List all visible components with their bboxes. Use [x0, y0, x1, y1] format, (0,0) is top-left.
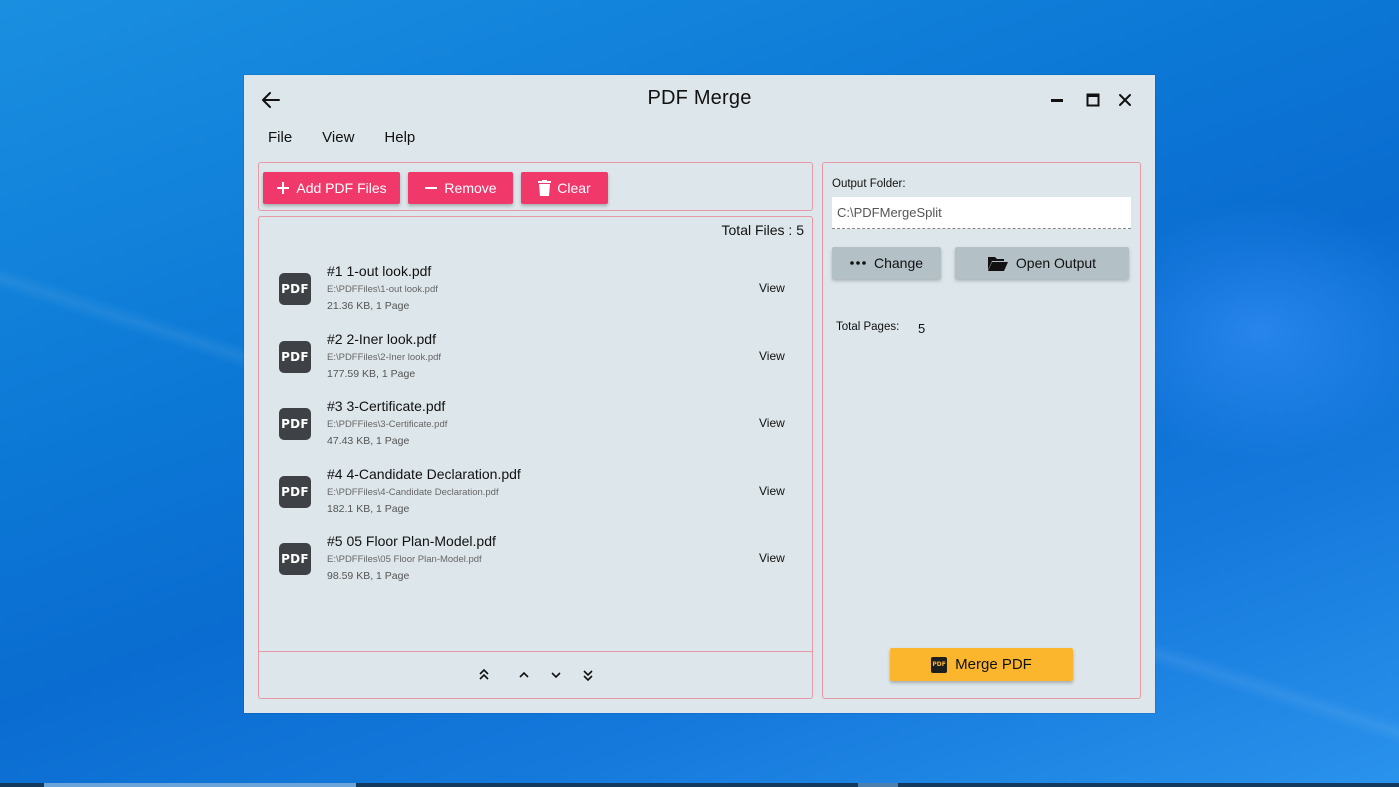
- pdf-file-icon: PDF: [279, 408, 311, 440]
- file-name: #2 2-Iner look.pdf: [327, 331, 436, 347]
- file-list-item[interactable]: PDF #4 4-Candidate Declaration.pdf E:\PD…: [279, 462, 799, 522]
- maximize-icon: [1086, 93, 1100, 107]
- chevron-double-down-icon: [583, 670, 593, 681]
- pdf-file-icon: PDF: [279, 273, 311, 305]
- pdf-file-icon: PDF: [279, 476, 311, 508]
- file-path: E:\PDFFiles\3-Certificate.pdf: [327, 419, 448, 430]
- file-size: 182.1 KB, 1 Page: [327, 503, 410, 515]
- move-to-bottom-button[interactable]: [578, 665, 598, 685]
- pdf-icon: PDF: [931, 656, 948, 673]
- merge-pdf-label: Merge PDF: [955, 656, 1032, 673]
- add-pdf-files-label: Add PDF Files: [296, 180, 387, 196]
- chevron-down-icon: [551, 672, 561, 679]
- file-size: 177.59 KB, 1 Page: [327, 368, 416, 380]
- list-divider: [259, 651, 812, 652]
- file-path: E:\PDFFiles\1-out look.pdf: [327, 284, 438, 295]
- app-window: PDF Merge File View Help Add PDF Files R…: [244, 75, 1155, 713]
- menu-help[interactable]: Help: [372, 127, 427, 151]
- view-file-button[interactable]: View: [759, 281, 785, 295]
- file-path: E:\PDFFiles\4-Candidate Declaration.pdf: [327, 487, 499, 498]
- minimize-icon: [1051, 99, 1063, 102]
- file-list-item[interactable]: PDF #1 1-out look.pdf E:\PDFFiles\1-out …: [279, 259, 799, 319]
- minus-icon: [425, 187, 438, 189]
- file-path: E:\PDFFiles\2-Iner look.pdf: [327, 352, 442, 363]
- plus-icon: [277, 182, 290, 194]
- view-file-button[interactable]: View: [759, 484, 785, 498]
- file-name: #3 3-Certificate.pdf: [327, 398, 446, 414]
- file-name: #5 05 Floor Plan-Model.pdf: [327, 533, 496, 549]
- file-list-item[interactable]: PDF #5 05 Floor Plan-Model.pdf E:\PDFFil…: [279, 529, 799, 589]
- total-pages-value: 5: [918, 321, 926, 336]
- menu-view[interactable]: View: [310, 127, 366, 151]
- file-list-item[interactable]: PDF #2 2-Iner look.pdf E:\PDFFiles\2-Ine…: [279, 327, 799, 387]
- chevron-up-icon: [519, 671, 529, 678]
- total-files-count: Total Files : 5: [721, 222, 804, 238]
- file-list-item[interactable]: PDF #3 3-Certificate.pdf E:\PDFFiles\3-C…: [279, 394, 799, 454]
- move-down-button[interactable]: [546, 665, 566, 685]
- file-size: 98.59 KB, 1 Page: [327, 570, 410, 582]
- view-file-button[interactable]: View: [759, 349, 785, 363]
- menu-file[interactable]: File: [256, 127, 304, 151]
- maximize-button[interactable]: [1082, 89, 1104, 111]
- menu-bar: File View Help: [256, 127, 433, 151]
- file-size: 21.36 KB, 1 Page: [327, 300, 410, 312]
- move-up-button[interactable]: [514, 665, 534, 685]
- output-panel: Output Folder: Change Open Output Total …: [822, 162, 1141, 699]
- file-path: E:\PDFFiles\05 Floor Plan-Model.pdf: [327, 554, 482, 565]
- remove-button[interactable]: Remove: [408, 172, 513, 204]
- add-pdf-files-button[interactable]: Add PDF Files: [263, 172, 400, 204]
- view-file-button[interactable]: View: [759, 551, 785, 565]
- clear-label: Clear: [557, 180, 591, 196]
- toolbar-panel: Add PDF Files Remove Clear: [258, 162, 813, 211]
- folder-open-icon: [987, 257, 1008, 271]
- view-file-button[interactable]: View: [759, 416, 785, 430]
- file-size: 47.43 KB, 1 Page: [327, 435, 410, 447]
- window-title: PDF Merge: [647, 87, 752, 109]
- more-dots-icon: [850, 261, 866, 265]
- taskbar-highlight: [858, 783, 898, 787]
- file-name: #1 1-out look.pdf: [327, 263, 432, 279]
- output-folder-label: Output Folder:: [832, 178, 906, 190]
- pdf-file-icon: PDF: [279, 341, 311, 373]
- pdf-file-icon: PDF: [279, 543, 311, 575]
- title-bar: PDF Merge: [244, 75, 1155, 123]
- open-output-label: Open Output: [1015, 255, 1097, 271]
- open-output-button[interactable]: Open Output: [955, 247, 1129, 279]
- merge-pdf-button[interactable]: PDF Merge PDF: [890, 648, 1073, 681]
- move-to-top-button[interactable]: [474, 665, 494, 685]
- change-label: Change: [873, 255, 924, 271]
- taskbar: [0, 783, 1399, 787]
- close-button[interactable]: [1114, 89, 1136, 111]
- chevron-double-up-icon: [479, 669, 489, 680]
- output-folder-input[interactable]: [832, 197, 1131, 229]
- change-folder-button[interactable]: Change: [832, 247, 941, 279]
- trash-icon: [538, 180, 552, 196]
- remove-label: Remove: [444, 180, 497, 196]
- file-name: #4 4-Candidate Declaration.pdf: [327, 466, 521, 482]
- taskbar-highlight: [44, 783, 356, 787]
- minimize-button[interactable]: [1046, 89, 1068, 111]
- close-icon: [1119, 94, 1131, 106]
- total-pages-label: Total Pages:: [836, 321, 900, 333]
- file-list-panel: Total Files : 5 PDF #1 1-out look.pdf E:…: [258, 216, 813, 699]
- clear-button[interactable]: Clear: [521, 172, 608, 204]
